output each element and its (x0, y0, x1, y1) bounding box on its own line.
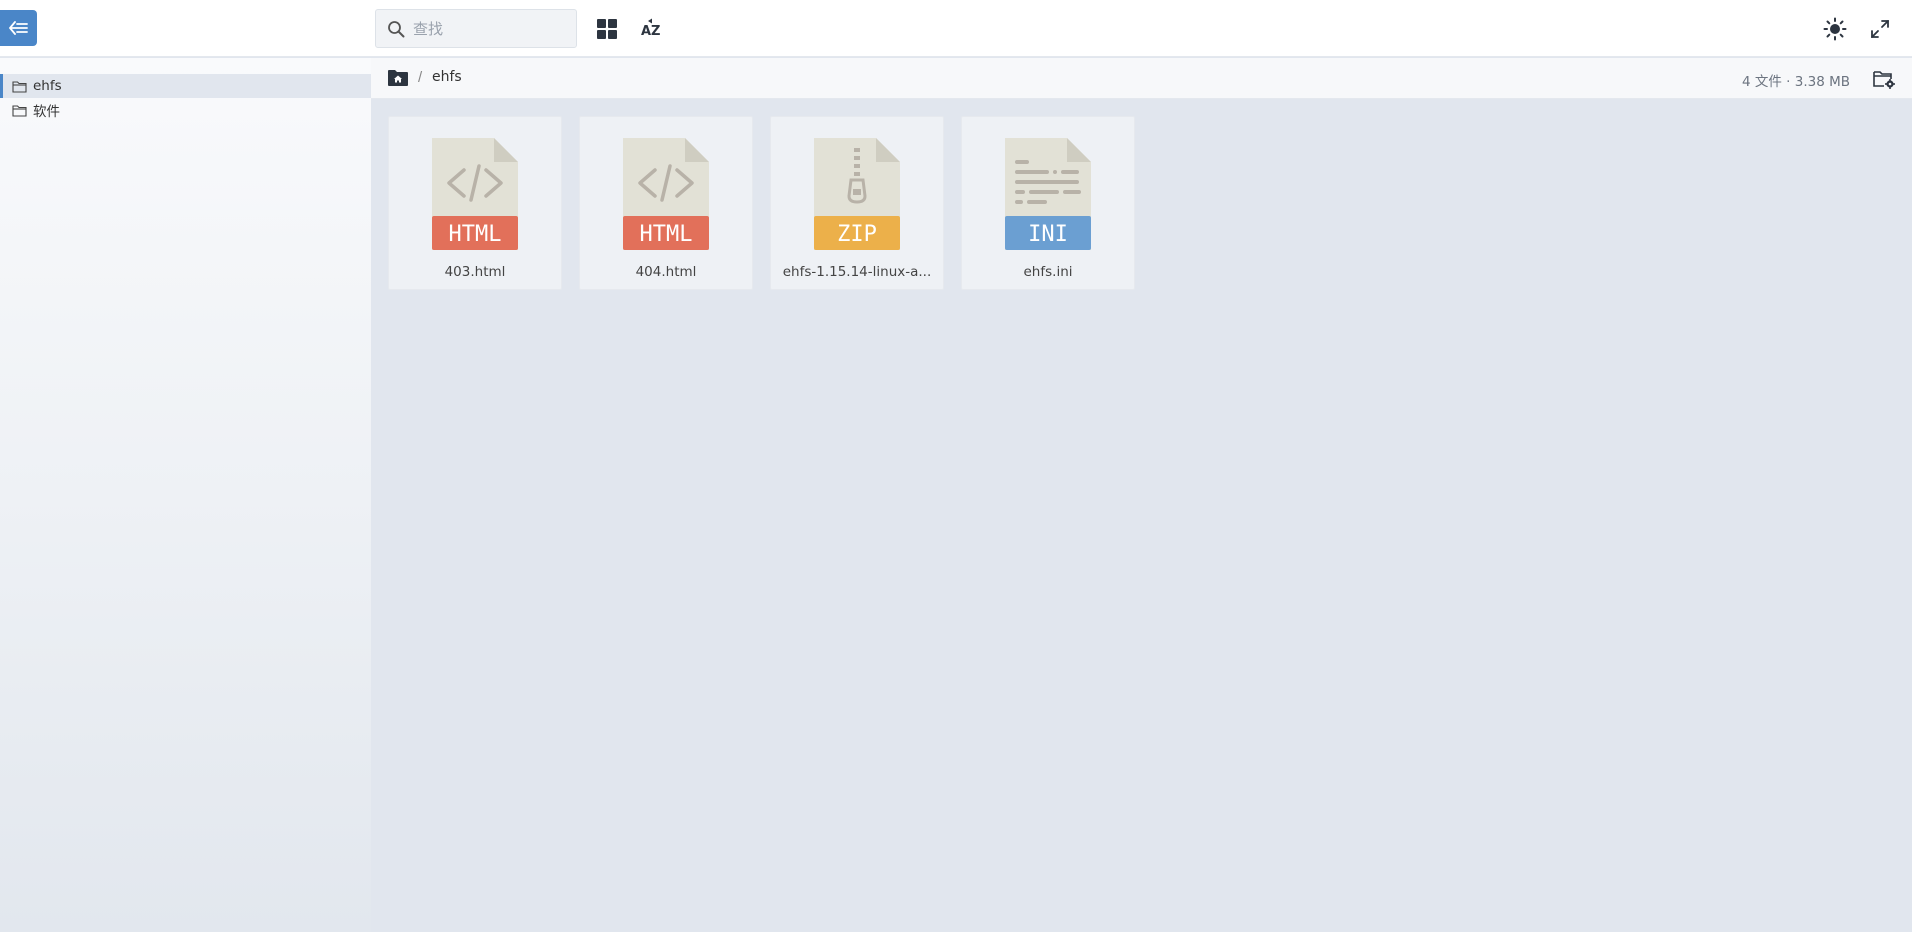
file-card[interactable]: ZIP ehfs-1.15.14-linux-a... (770, 116, 944, 290)
grid-view-button[interactable] (591, 13, 623, 45)
sort-button[interactable]: AZ (636, 13, 668, 45)
top-toolbar: AZ (0, 0, 1912, 57)
folder-icon (12, 80, 27, 93)
file-type-label: HTML (449, 222, 502, 247)
breadcrumb-current[interactable]: ehfs (432, 69, 462, 85)
folder-settings-icon (1873, 71, 1895, 89)
ini-file-icon: INI (1005, 138, 1091, 250)
html-file-icon: HTML (432, 138, 518, 250)
file-type-label: ZIP (837, 222, 877, 247)
theme-toggle-button[interactable] (1819, 13, 1851, 45)
breadcrumb: / ehfs 4 文件 · 3.38 MB (371, 58, 1912, 99)
breadcrumb-separator: / (418, 69, 423, 86)
file-card[interactable]: HTML 403.html (388, 116, 562, 290)
grid-view-icon (597, 19, 617, 39)
sidebar-collapse-icon (8, 21, 28, 35)
home-folder-icon (388, 70, 408, 86)
folder-summary: 4 文件 · 3.38 MB (1741, 74, 1850, 90)
file-name: 403.html (444, 264, 506, 280)
file-type-label: HTML (640, 222, 693, 247)
search-icon (388, 20, 405, 37)
file-name: 404.html (635, 264, 697, 280)
sort-az-icon: AZ (641, 18, 661, 39)
file-name: ehfs-1.15.14-linux-a... (782, 264, 932, 280)
sidebar-item-label: 软件 (33, 104, 60, 120)
zip-file-icon: ZIP (814, 138, 900, 250)
sidebar: ehfs 软件 (0, 58, 371, 932)
expand-icon (1871, 20, 1889, 38)
search-box (375, 9, 577, 48)
sidebar-item-ehfs[interactable]: ehfs (0, 74, 371, 98)
file-name: ehfs.ini (1023, 264, 1073, 280)
sidebar-item-software[interactable]: 软件 (0, 98, 371, 122)
html-file-icon: HTML (623, 138, 709, 250)
sidebar-item-label: ehfs (33, 78, 62, 94)
sidebar-collapse-button[interactable] (0, 10, 37, 46)
file-card[interactable]: HTML 404.html (579, 116, 753, 290)
home-button[interactable] (387, 68, 409, 88)
file-type-label: INI (1028, 222, 1068, 247)
folder-settings-button[interactable] (1872, 68, 1896, 90)
search-input[interactable] (413, 19, 563, 38)
sort-label: AZ (641, 24, 661, 39)
sun-icon (1823, 17, 1847, 41)
fullscreen-button[interactable] (1864, 13, 1896, 45)
file-card[interactable]: INI ehfs.ini (961, 116, 1135, 290)
folder-icon (12, 104, 27, 117)
